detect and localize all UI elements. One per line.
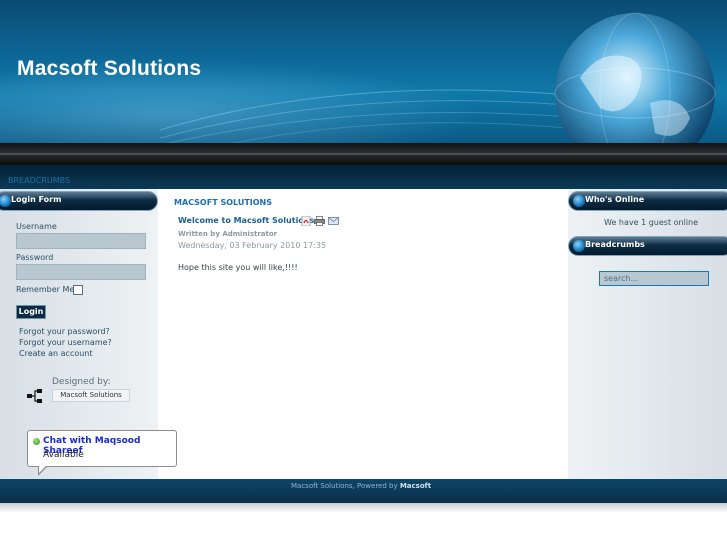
- module-bullet-icon: [573, 240, 585, 252]
- chat-bubble[interactable]: Chat with Maqsood Shareef Available: [27, 430, 177, 476]
- site-title: Macsoft Solutions: [17, 57, 202, 80]
- password-field[interactable]: [16, 264, 146, 280]
- forgot-username-link[interactable]: Forgot your username?: [19, 338, 112, 347]
- search-input[interactable]: search...: [599, 271, 709, 286]
- globe-icon: [554, 12, 716, 143]
- whos-online-title: Who's Online: [585, 195, 645, 204]
- network-icon: [27, 389, 42, 403]
- article-title-link[interactable]: Welcome to Macsoft Solutions: [178, 216, 314, 225]
- remember-me-label: Remember Me: [16, 285, 75, 294]
- article-date: Wednesday, 03 February 2010 17:35: [178, 241, 327, 250]
- login-button[interactable]: Login: [16, 305, 46, 319]
- header-banner: Macsoft Solutions: [0, 0, 727, 143]
- forgot-password-link[interactable]: Forgot your password?: [19, 327, 110, 336]
- print-icon[interactable]: [314, 216, 325, 226]
- footer-credit: Macsoft Solutions, Powered by: [291, 482, 398, 490]
- footer-brand[interactable]: Macsoft: [400, 482, 431, 490]
- create-account-link[interactable]: Create an account: [19, 349, 93, 358]
- breadcrumbs-label: BREADCRUMBS: [8, 176, 71, 185]
- module-bullet-icon: [0, 195, 11, 207]
- breadcrumbs-module-title: Breadcrumbs: [585, 240, 645, 249]
- article-author: Written by Administrator: [178, 230, 278, 238]
- breadcrumbs-module-header: Breadcrumbs: [568, 236, 727, 256]
- article-body: Hope this site you will like,!!!!: [178, 263, 298, 272]
- whos-online-header: Who's Online: [568, 191, 727, 211]
- login-form-title: Login Form: [11, 195, 62, 204]
- designed-by-label: Designed by:: [52, 377, 111, 387]
- pdf-icon[interactable]: [301, 216, 312, 226]
- chat-bubble-tail-inner: [39, 466, 46, 473]
- username-field[interactable]: [16, 233, 146, 249]
- email-icon[interactable]: [328, 216, 339, 226]
- designer-link[interactable]: Macsoft Solutions: [52, 389, 130, 402]
- online-status-icon: [33, 438, 40, 445]
- module-bullet-icon: [573, 195, 585, 207]
- right-sidebar: [568, 189, 727, 479]
- username-label: Username: [16, 222, 57, 231]
- password-label: Password: [16, 253, 54, 262]
- remember-me-checkbox[interactable]: [73, 285, 83, 295]
- page: Macsoft Solutions BREADCRUMBS Login Form…: [0, 0, 727, 545]
- page-heading: MACSOFT SOLUTIONS: [174, 198, 273, 207]
- breadcrumbs-bar: [0, 165, 727, 189]
- login-form-header: Login Form: [0, 191, 158, 211]
- chat-status: Available: [43, 450, 84, 460]
- header-bar: [0, 143, 727, 165]
- whos-online-text: We have 1 guest online: [604, 218, 699, 227]
- footer-shadow: [0, 503, 727, 513]
- footer-text: Macsoft Solutions, Powered by Macsoft: [291, 482, 431, 490]
